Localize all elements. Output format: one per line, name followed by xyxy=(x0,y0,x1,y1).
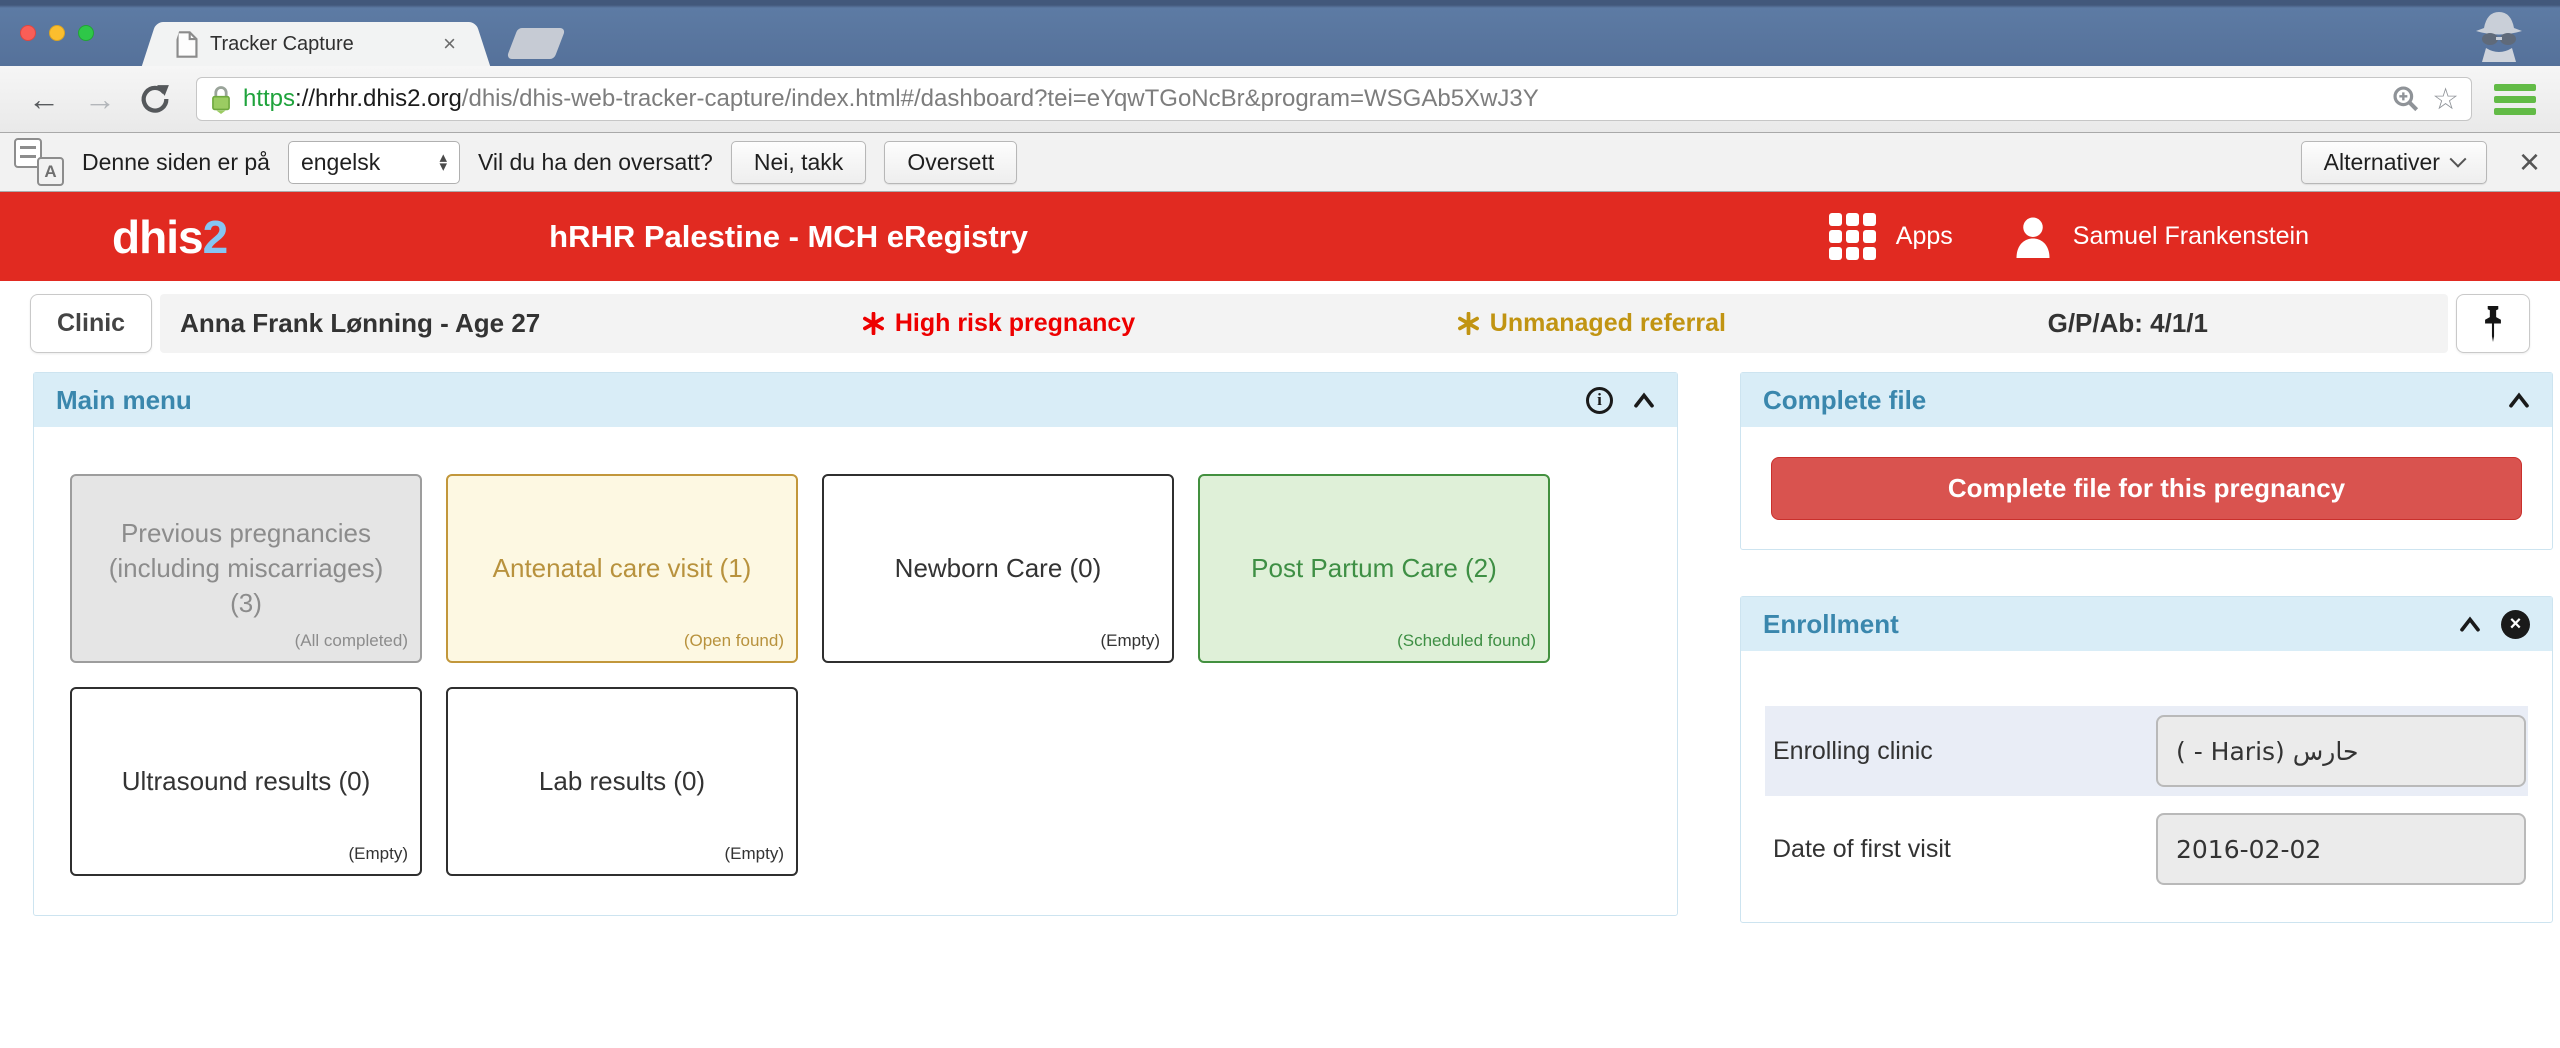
url-text: https://hrhr.dhis2.org/dhis/dhis-web-tra… xyxy=(243,85,1539,113)
incognito-icon xyxy=(2466,6,2532,62)
stage-card-label: Previous pregnancies (including miscarri… xyxy=(108,517,384,619)
first-visit-date-input[interactable]: 2016-02-02 xyxy=(2156,813,2526,885)
select-arrows-icon: ▴ ▾ xyxy=(439,148,447,175)
main-menu-title: Main menu xyxy=(56,384,192,415)
user-profile[interactable]: Samuel Frankenstein xyxy=(2015,216,2309,258)
translate-question: Vil du ha den oversatt? xyxy=(477,148,713,175)
decline-translate-button[interactable]: Nei, takk xyxy=(730,140,867,184)
stage-card-antenatal-care[interactable]: Antenatal care visit (1) (Open found) xyxy=(446,474,798,663)
stage-card-previous-pregnancies[interactable]: Previous pregnancies (including miscarri… xyxy=(70,474,422,663)
collapse-chevron-icon[interactable] xyxy=(2508,392,2530,408)
main-menu-panel: Main menu i Previous pregnancies (includ… xyxy=(33,372,1678,916)
gpab-value: G/P/Ab: 4/1/1 xyxy=(2047,308,2208,338)
first-visit-date-row: Date of first visit 2016-02-02 xyxy=(1765,804,2528,894)
pushpin-icon xyxy=(2485,305,2501,342)
collapse-chevron-icon[interactable] xyxy=(1633,392,1655,408)
complete-file-title: Complete file xyxy=(1763,384,1927,415)
enrollment-title: Enrollment xyxy=(1763,608,1899,639)
org-unit-button[interactable]: Clinic xyxy=(30,294,153,353)
translate-infobar: A Denne siden er på engelsk ▴ ▾ Vil du ha… xyxy=(0,133,2560,192)
new-tab-button[interactable] xyxy=(506,28,566,59)
enrollment-header[interactable]: Enrollment × xyxy=(1741,597,2552,651)
stage-card-label: Lab results (0) xyxy=(538,765,706,796)
stage-card-status: (All completed) xyxy=(294,631,408,651)
stage-card-status: (Open found) xyxy=(683,631,784,651)
chevron-down-icon xyxy=(2449,150,2467,168)
browser-tab[interactable]: Tracker Capture × xyxy=(162,22,470,66)
program-stage-cards: Previous pregnancies (including miscarri… xyxy=(34,427,1677,876)
accept-translate-button[interactable]: Oversett xyxy=(884,140,1018,184)
apps-label[interactable]: Apps xyxy=(1896,222,1953,251)
high-risk-flag: High risk pregnancy xyxy=(862,309,1135,338)
url-scheme: https xyxy=(243,85,296,112)
enrolling-clinic-input[interactable]: ( - Haris) حارس xyxy=(2156,715,2526,787)
stage-card-newborn-care[interactable]: Newborn Care (0) (Empty) xyxy=(822,474,1174,663)
minimize-window-button[interactable] xyxy=(49,25,65,41)
asterisk-icon xyxy=(862,312,884,335)
stage-card-label: Newborn Care (0) xyxy=(894,552,1102,583)
dhis2-logo[interactable]: dhis2 xyxy=(112,210,228,264)
close-window-button[interactable] xyxy=(20,25,36,41)
translate-options-button[interactable]: Alternativer xyxy=(2300,140,2487,184)
stage-card-label: Antenatal care visit (1) xyxy=(492,552,752,583)
enrolling-clinic-label: Enrolling clinic xyxy=(1773,736,1933,765)
translate-message: Denne siden er på xyxy=(82,148,270,175)
stage-card-label: Ultrasound results (0) xyxy=(121,765,371,796)
tab-close-icon[interactable]: × xyxy=(443,33,456,55)
url-path: /dhis/dhis-web-tracker-capture/index.htm… xyxy=(461,85,1539,112)
complete-file-panel: Complete file Complete file for this pre… xyxy=(1740,372,2553,550)
complete-file-button[interactable]: Complete file for this pregnancy xyxy=(1771,457,2522,520)
zoom-page-icon[interactable] xyxy=(2390,83,2422,115)
stage-card-status: (Empty) xyxy=(1100,631,1161,651)
user-name: Samuel Frankenstein xyxy=(2072,222,2309,250)
stage-card-label: Post Partum Care (2) xyxy=(1251,552,1497,583)
url-host: ://hrhr.dhis2.org xyxy=(295,85,462,112)
secure-lock-icon[interactable] xyxy=(209,84,233,114)
stage-card-lab-results[interactable]: Lab results (0) (Empty) xyxy=(446,687,798,876)
patient-strip: Anna Frank Lønning - Age 27 High risk pr… xyxy=(160,294,2448,353)
stage-card-status: (Empty) xyxy=(348,844,409,864)
referral-label: Unmanaged referral xyxy=(1489,309,1726,337)
collapse-chevron-icon[interactable] xyxy=(2459,616,2481,632)
stage-card-status: (Empty) xyxy=(724,844,785,864)
language-selected: engelsk xyxy=(300,148,381,175)
chrome-menu-icon[interactable] xyxy=(2486,78,2544,120)
stage-card-post-partum-care[interactable]: Post Partum Care (2) (Scheduled found) xyxy=(1198,474,1550,663)
referral-flag: Unmanaged referral xyxy=(1457,309,1726,338)
stage-card-ultrasound-results[interactable]: Ultrasound results (0) (Empty) xyxy=(70,687,422,876)
asterisk-icon xyxy=(1457,312,1479,335)
translate-options-label: Alternativer xyxy=(2323,148,2440,175)
user-icon xyxy=(2016,217,2050,258)
stage-card-status: (Scheduled found) xyxy=(1397,631,1536,651)
high-risk-label: High risk pregnancy xyxy=(894,309,1136,337)
info-icon[interactable]: i xyxy=(1586,386,1613,414)
address-bar[interactable]: https://hrhr.dhis2.org/dhis/dhis-web-tra… xyxy=(196,77,2472,121)
window-controls xyxy=(20,25,94,41)
fullscreen-window-button[interactable] xyxy=(78,25,94,41)
patient-header-bar: Clinic Anna Frank Lønning - Age 27 High … xyxy=(0,294,2560,353)
first-visit-date-label: Date of first visit xyxy=(1773,834,1951,863)
language-select[interactable]: engelsk ▴ ▾ xyxy=(287,140,460,184)
back-icon[interactable]: ← xyxy=(16,83,72,115)
infobar-close-icon[interactable]: × xyxy=(2513,144,2546,180)
browser-tab-bar: Tracker Capture × xyxy=(0,0,2560,66)
forward-icon[interactable]: → xyxy=(72,83,128,115)
patient-name: Anna Frank Lønning - Age 27 xyxy=(180,308,541,338)
main-menu-header[interactable]: Main menu i xyxy=(34,373,1677,427)
enrolling-clinic-row: Enrolling clinic ( - Haris) حارس xyxy=(1765,706,2528,796)
pin-dashboard-button[interactable] xyxy=(2456,294,2530,353)
apps-grid-icon[interactable] xyxy=(1828,213,1876,260)
enrollment-panel: Enrollment × Enrolling clinic ( - Haris)… xyxy=(1740,596,2553,923)
remove-widget-icon[interactable]: × xyxy=(2501,609,2530,639)
bookmark-star-icon[interactable]: ☆ xyxy=(2432,82,2459,117)
reload-icon[interactable] xyxy=(128,82,182,116)
translate-icon: A xyxy=(14,138,64,186)
tab-title: Tracker Capture xyxy=(210,32,354,55)
app-title: hRHR Palestine - MCH eRegistry xyxy=(549,218,1029,254)
app-header: dhis2 hRHR Palestine - MCH eRegistry App… xyxy=(0,192,2560,281)
page-icon xyxy=(176,30,198,58)
complete-file-header[interactable]: Complete file xyxy=(1741,373,2552,427)
browser-toolbar: ← → https://hrhr.dhis2.org/dhis/dhis-web… xyxy=(0,66,2560,133)
